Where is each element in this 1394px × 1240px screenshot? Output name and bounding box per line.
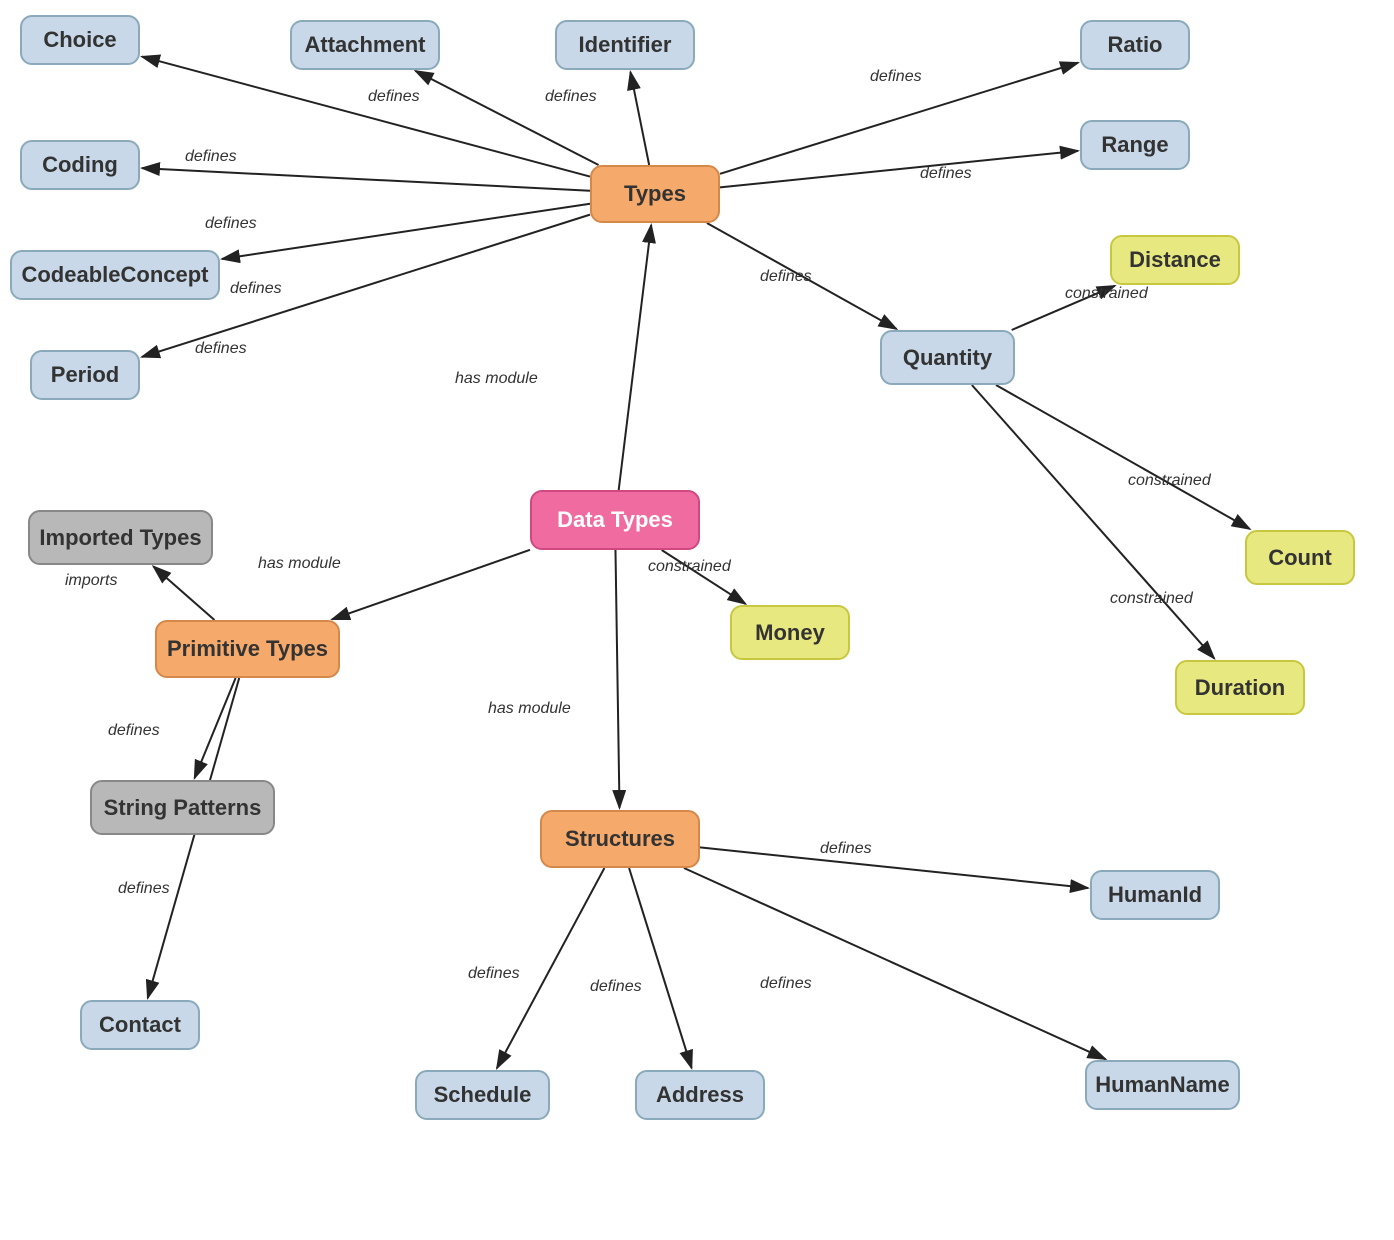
node-humanid[interactable]: HumanId — [1090, 870, 1220, 920]
edge-label-types-choice: defines — [185, 148, 237, 166]
node-attachment[interactable]: Attachment — [290, 20, 440, 70]
node-codeableconcept[interactable]: CodeableConcept — [10, 250, 220, 300]
edge-label-types-range: defines — [920, 165, 972, 183]
node-primitivetypes[interactable]: Primitive Types — [155, 620, 340, 678]
node-address[interactable]: Address — [635, 1070, 765, 1120]
edge-label-quantity-count: constrained — [1128, 472, 1211, 490]
node-count[interactable]: Count — [1245, 530, 1355, 585]
node-contact[interactable]: Contact — [80, 1000, 200, 1050]
edge-label-types-identifier: defines — [545, 88, 597, 106]
node-stringpatterns[interactable]: String Patterns — [90, 780, 275, 835]
node-schedule[interactable]: Schedule — [415, 1070, 550, 1120]
node-ratio[interactable]: Ratio — [1080, 20, 1190, 70]
edge-label-primitivetypes-stringpatterns: defines — [108, 722, 160, 740]
edge-label-types-codeableconcept: defines — [230, 280, 282, 298]
edge-label-primitivetypes-contact: defines — [118, 880, 170, 898]
node-money[interactable]: Money — [730, 605, 850, 660]
edge-label-types-attachment: defines — [368, 88, 420, 106]
node-identifier[interactable]: Identifier — [555, 20, 695, 70]
edge-label-primitivetypes-importedtypes: imports — [65, 572, 117, 590]
edge-label-structures-humanid: defines — [820, 840, 872, 858]
edge-label-datatypes-types: has module — [455, 370, 538, 388]
edge-label-types-coding: defines — [205, 215, 257, 233]
node-datatypes[interactable]: Data Types — [530, 490, 700, 550]
node-duration[interactable]: Duration — [1175, 660, 1305, 715]
node-structures[interactable]: Structures — [540, 810, 700, 868]
node-importedtypes[interactable]: Imported Types — [28, 510, 213, 565]
node-humanname[interactable]: HumanName — [1085, 1060, 1240, 1110]
edge-label-types-ratio: defines — [870, 68, 922, 86]
edge-label-structures-address: defines — [590, 978, 642, 996]
node-range[interactable]: Range — [1080, 120, 1190, 170]
node-period[interactable]: Period — [30, 350, 140, 400]
node-quantity[interactable]: Quantity — [880, 330, 1015, 385]
node-types[interactable]: Types — [590, 165, 720, 223]
edge-label-datatypes-money: constrained — [648, 558, 731, 576]
edge-label-datatypes-primitivetypes: has module — [258, 555, 341, 573]
edge-label-structures-schedule: defines — [468, 965, 520, 983]
node-coding[interactable]: Coding — [20, 140, 140, 190]
edge-label-types-quantity: defines — [760, 268, 812, 286]
edge-label-structures-humanname: defines — [760, 975, 812, 993]
node-distance[interactable]: Distance — [1110, 235, 1240, 285]
edge-label-datatypes-structures: has module — [488, 700, 571, 718]
edge-label-types-period: defines — [195, 340, 247, 358]
edge-label-quantity-distance: constrained — [1065, 285, 1148, 303]
node-choice[interactable]: Choice — [20, 15, 140, 65]
edge-label-quantity-duration: constrained — [1110, 590, 1193, 608]
